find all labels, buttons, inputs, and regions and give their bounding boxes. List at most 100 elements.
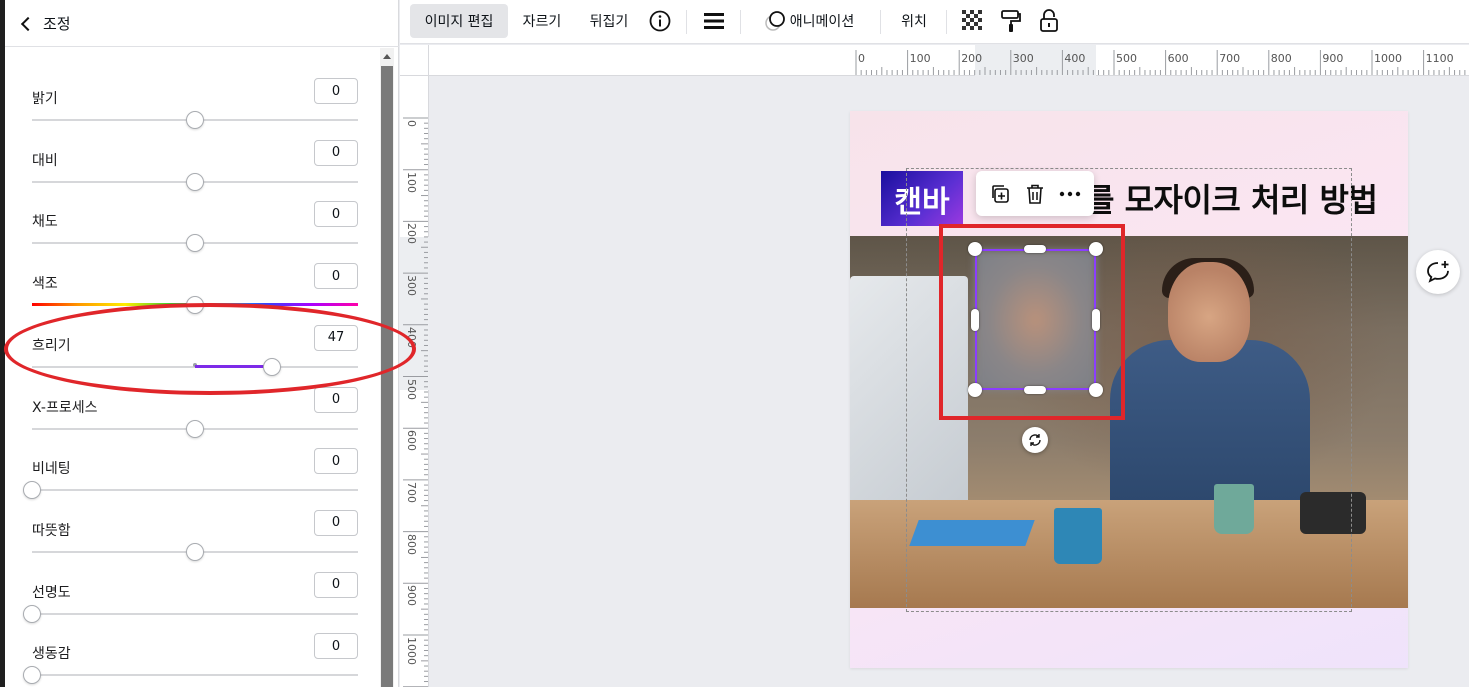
animate-label: 애니메이션: [789, 14, 855, 30]
rotate-handle-icon[interactable]: [1022, 427, 1048, 453]
ruler-label: 300: [405, 275, 418, 297]
slider-thumb[interactable]: [186, 419, 204, 438]
divider: [946, 10, 947, 34]
trash-icon[interactable]: [1021, 180, 1049, 208]
adjustment-row: 선명도 0: [23, 571, 358, 644]
lock-icon[interactable]: [1034, 4, 1064, 38]
ruler-label: 600: [405, 430, 418, 452]
panel-title: 조정: [43, 14, 71, 33]
adjustment-label: 대비: [32, 152, 58, 169]
hamburger-icon[interactable]: [698, 4, 730, 38]
adjustment-label: 비네팅: [32, 461, 71, 478]
adjustment-label: 채도: [32, 214, 58, 231]
position-button[interactable]: 위치: [892, 4, 936, 38]
divider: [686, 10, 687, 34]
animate-button[interactable]: 애니메이션: [752, 4, 866, 38]
adjustment-row: 대비 0: [32, 139, 358, 212]
slider-thumb[interactable]: [186, 296, 204, 315]
resize-handle-right[interactable]: [1092, 309, 1100, 331]
divider: [740, 10, 741, 34]
adjustment-row: 비네팅 0: [23, 448, 358, 520]
selected-element-frame[interactable]: [975, 249, 1096, 390]
adjustment-value-input[interactable]: 0: [314, 571, 358, 598]
adjustment-row: X-프로세스 0: [32, 386, 358, 459]
adjustment-label: 따뜻함: [32, 522, 71, 539]
slider-fill: [195, 364, 272, 368]
adjustment-value-input[interactable]: 0: [314, 201, 358, 228]
top-toolbar: 이미지 편집 자르기 뒤집기 애니메이션 위치: [400, 0, 1469, 44]
adjustment-label: 선명도: [32, 584, 71, 601]
slider-thumb[interactable]: [23, 604, 41, 623]
slider-track[interactable]: [32, 674, 358, 677]
resize-handle-left[interactable]: [971, 309, 979, 331]
slider-thumb[interactable]: [23, 481, 41, 500]
ruler-label: 900: [405, 585, 418, 607]
ruler-label: 800: [1270, 52, 1292, 65]
chevron-left-icon: [20, 16, 36, 31]
transparency-icon[interactable]: [958, 4, 988, 38]
adjustment-label: 밝기: [32, 91, 58, 107]
crop-button[interactable]: 자르기: [513, 4, 571, 38]
duplicate-icon[interactable]: [986, 180, 1014, 208]
adjustment-value-input[interactable]: 0: [314, 386, 358, 413]
ruler-label: 300: [1012, 52, 1034, 65]
ruler-label: 600: [1167, 52, 1189, 65]
scroll-up-arrow-icon[interactable]: [383, 54, 391, 59]
add-comment-icon[interactable]: [1416, 250, 1460, 294]
adjustment-value-input[interactable]: 0: [314, 509, 358, 536]
resize-handle-bottom-left[interactable]: [968, 383, 982, 397]
adjustment-value-input[interactable]: 47: [314, 324, 358, 351]
element-context-toolbar: [976, 171, 1094, 216]
slider-thumb[interactable]: [186, 542, 204, 561]
paint-roller-icon[interactable]: [996, 4, 1026, 38]
resize-handle-bottom-right[interactable]: [1089, 383, 1103, 397]
slider-thumb[interactable]: [262, 357, 281, 376]
ruler-label: 700: [1219, 52, 1241, 65]
ruler-label: 0: [405, 120, 418, 127]
flip-button[interactable]: 뒤집기: [580, 4, 638, 38]
divider: [880, 10, 881, 34]
adjustment-value-input[interactable]: 0: [314, 263, 358, 290]
adjustment-row: 밝기 0: [32, 78, 358, 150]
ruler-label: 800: [405, 533, 418, 555]
ruler-label: 400: [1064, 52, 1086, 65]
slider-thumb[interactable]: [186, 172, 204, 191]
slider-track[interactable]: [32, 612, 358, 615]
ruler-label: 400: [405, 326, 418, 348]
adjustment-row: 흐리기 47: [32, 324, 358, 397]
adjustment-value-input[interactable]: 0: [314, 633, 358, 660]
adjustment-row: 생동감 0: [23, 633, 358, 687]
resize-handle-bottom[interactable]: [1024, 386, 1046, 394]
slider-thumb[interactable]: [186, 234, 204, 253]
scrollbar-thumb[interactable]: [381, 66, 393, 687]
ruler-corner: [400, 45, 429, 76]
resize-handle-top[interactable]: [1024, 245, 1046, 253]
adjustment-value-input[interactable]: 0: [314, 448, 358, 475]
slider-thumb[interactable]: [23, 666, 41, 685]
ruler-label: 1000: [405, 637, 418, 665]
ruler-label: 1100: [1425, 52, 1454, 65]
ruler-label: 200: [405, 223, 418, 245]
slider-thumb[interactable]: [186, 111, 204, 129]
adjustment-row: 따뜻함 0: [32, 509, 358, 582]
horizontal-ruler: [400, 45, 1469, 76]
ruler-label: 700: [405, 481, 418, 503]
ruler-label: 100: [405, 171, 418, 193]
adjustment-label: 흐리기: [32, 337, 71, 354]
ruler-label: 500: [405, 378, 418, 400]
resize-handle-top-right[interactable]: [1089, 242, 1103, 256]
adjustment-label: 생동감: [32, 646, 71, 663]
adjustment-row: 채도 0: [32, 201, 358, 273]
more-options-icon[interactable]: [1056, 180, 1084, 208]
adjustment-label: X-프로세스: [32, 399, 98, 416]
adjustment-value-input[interactable]: 0: [314, 78, 358, 104]
info-icon[interactable]: [644, 4, 676, 38]
ruler-label: 0: [858, 52, 865, 65]
slider-track[interactable]: [32, 489, 358, 492]
adjustment-value-input[interactable]: 0: [314, 139, 358, 166]
edit-image-button[interactable]: 이미지 편집: [410, 4, 508, 38]
back-button[interactable]: 조정: [5, 0, 399, 47]
resize-handle-top-left[interactable]: [968, 242, 982, 256]
animation-icon: [765, 11, 785, 31]
ruler-label: 900: [1322, 52, 1344, 65]
